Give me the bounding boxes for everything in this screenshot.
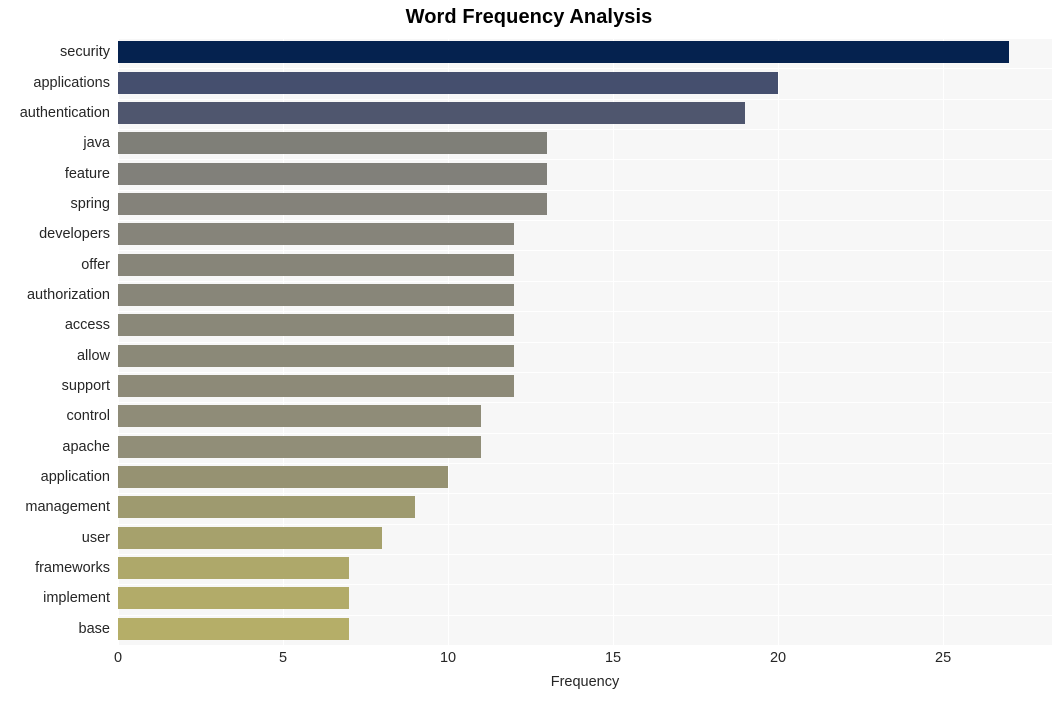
bar-row xyxy=(118,463,1052,492)
x-tick-label: 10 xyxy=(439,650,457,666)
bar xyxy=(118,496,416,519)
bar xyxy=(118,526,383,549)
bar-row xyxy=(118,372,1052,401)
bar-row xyxy=(118,281,1052,310)
x-tick-label: 5 xyxy=(278,650,288,666)
y-tick-label: developers xyxy=(39,226,110,243)
bar-row xyxy=(118,493,1052,522)
x-tick-label: 20 xyxy=(769,650,787,666)
y-tick-label: apache xyxy=(62,438,110,455)
bar-row xyxy=(118,615,1052,644)
bar-row xyxy=(118,554,1052,583)
bar xyxy=(118,617,350,640)
bar xyxy=(118,314,515,337)
bar xyxy=(118,253,515,276)
y-tick-label: spring xyxy=(70,195,111,212)
bar xyxy=(118,466,449,489)
bar xyxy=(118,587,350,610)
bar-row xyxy=(118,402,1052,431)
bar-row xyxy=(118,342,1052,371)
chart-title: Word Frequency Analysis xyxy=(405,6,653,28)
bar-row xyxy=(118,68,1052,97)
y-tick-label: base xyxy=(78,620,110,637)
y-tick-label: support xyxy=(61,378,110,395)
y-tick-label: feature xyxy=(64,165,110,182)
x-tick-label: 25 xyxy=(935,650,952,666)
x-axis-label: Frequency xyxy=(550,674,620,690)
y-tick-label: user xyxy=(81,529,110,546)
bar-row xyxy=(118,220,1052,249)
bar xyxy=(118,192,548,215)
bar-row xyxy=(118,524,1052,553)
bar xyxy=(118,344,515,367)
y-tick-label: frameworks xyxy=(35,560,110,577)
y-tick-label: authentication xyxy=(19,104,110,121)
bar xyxy=(118,435,482,458)
bar xyxy=(118,283,515,306)
bar-row xyxy=(118,159,1052,188)
y-tick-label: java xyxy=(83,135,110,152)
y-tick-label: application xyxy=(40,469,110,486)
y-axis: security applications authentication java fe… xyxy=(0,38,118,645)
chart-figure: Word Frequency Analysis security applicat… xyxy=(0,0,1058,701)
bar xyxy=(118,71,779,94)
bar xyxy=(118,162,548,185)
y-tick-label: access xyxy=(64,317,110,334)
bar xyxy=(118,223,515,246)
bar-row xyxy=(118,250,1052,279)
bar xyxy=(118,101,746,124)
y-tick-label: control xyxy=(66,408,110,425)
y-tick-label: allow xyxy=(76,347,110,364)
bar-row xyxy=(118,190,1052,219)
bar-row xyxy=(118,99,1052,128)
bar-row xyxy=(118,129,1052,158)
x-tick-label: 15 xyxy=(604,650,622,666)
bar xyxy=(118,557,350,580)
bar xyxy=(118,405,482,428)
x-tick-label: 0 xyxy=(113,650,123,666)
plot-area xyxy=(118,38,1052,645)
bar-row xyxy=(118,433,1052,462)
bar xyxy=(118,375,515,398)
bar xyxy=(118,132,548,155)
bar-row xyxy=(118,38,1052,67)
bar xyxy=(118,41,1010,64)
bar-row xyxy=(118,584,1052,613)
y-tick-label: implement xyxy=(43,590,110,607)
y-tick-label: authorization xyxy=(26,286,110,303)
y-tick-label: applications xyxy=(33,74,110,91)
bar-row xyxy=(118,311,1052,340)
y-tick-label: offer xyxy=(81,256,110,273)
y-tick-label: management xyxy=(25,499,110,516)
y-tick-label: security xyxy=(60,44,110,61)
